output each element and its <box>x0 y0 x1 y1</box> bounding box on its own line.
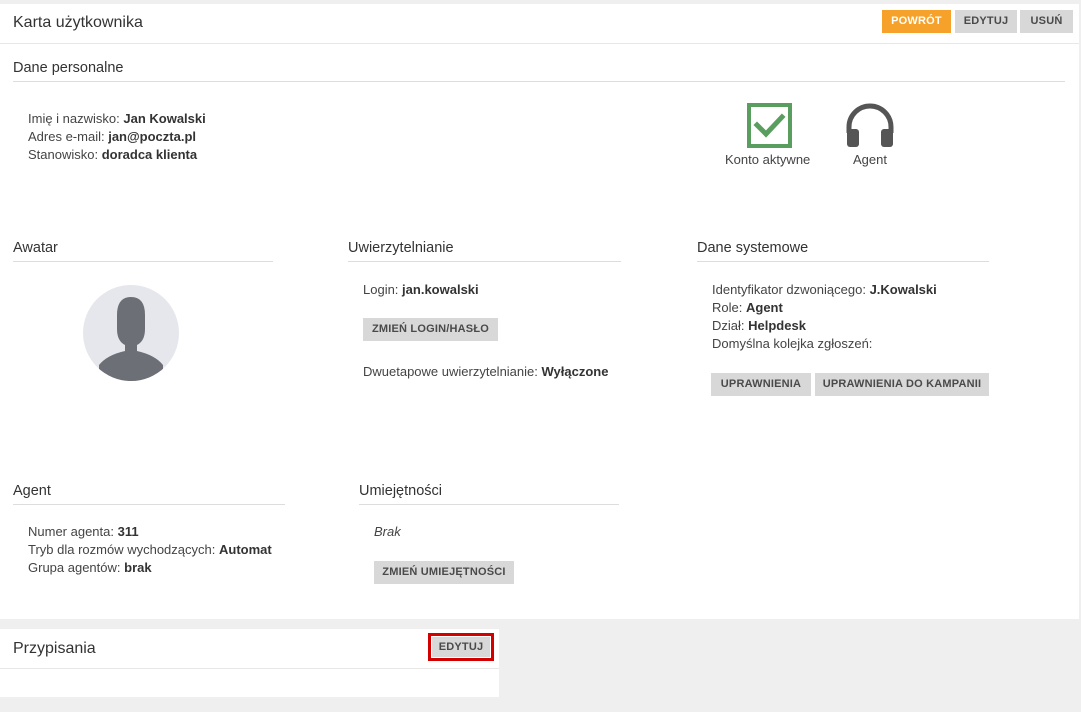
agent-number-value: 311 <box>117 524 139 539</box>
page-title: Karta użytkownika <box>13 14 143 31</box>
change-skills-button[interactable]: ZMIEŃ UMIEJĘTNOŚCI <box>374 561 514 584</box>
email-value: jan@poczta.pl <box>108 129 196 144</box>
change-login-button[interactable]: ZMIEŃ LOGIN/HASŁO <box>363 318 498 341</box>
avatar <box>83 285 179 381</box>
outbound-mode-value: Automat <box>218 542 272 557</box>
name-row: Imię i nazwisko: Jan Kowalski <box>28 111 206 126</box>
assignments-card: Przypisania EDYTUJ <box>0 629 499 697</box>
campaign-permissions-button[interactable]: UPRAWNIENIA DO KAMPANII <box>815 373 989 396</box>
agent-number-row: Numer agenta: 311 <box>28 524 139 539</box>
position-row: Stanowisko: doradca klienta <box>28 147 198 162</box>
department-row: Dział: Helpdesk <box>712 318 806 333</box>
user-card: Karta użytkownika POWRÓT EDYTUJ USUŃ Dan… <box>0 4 1079 619</box>
position-value: doradca klienta <box>101 147 198 162</box>
outbound-mode-row: Tryb dla rozmów wychodzących: Automat <box>28 542 272 557</box>
role-row: Role: Agent <box>712 300 783 315</box>
personal-data-heading: Dane personalne <box>13 60 1065 82</box>
account-active-label: Konto aktywne <box>725 152 811 167</box>
auth-heading: Uwierzytelnianie <box>348 240 621 262</box>
edit-button[interactable]: EDYTUJ <box>955 10 1017 33</box>
agent-label: Agent <box>853 152 887 167</box>
headset-icon <box>844 103 896 152</box>
agent-group-value: brak <box>124 560 152 575</box>
twofactor-row: Dwuetapowe uwierzytelnianie: Wyłączone <box>363 364 609 379</box>
department-value: Helpdesk <box>748 318 806 333</box>
login-value: jan.kowalski <box>402 282 479 297</box>
assignments-header: Przypisania EDYTUJ <box>0 629 499 669</box>
default-queue-row: Domyślna kolejka zgłoszeń: <box>712 336 873 351</box>
twofactor-value: Wyłączone <box>541 364 609 379</box>
check-square-icon <box>747 103 792 151</box>
avatar-heading: Awatar <box>13 240 273 262</box>
system-data-heading: Dane systemowe <box>697 240 989 262</box>
delete-button[interactable]: USUŃ <box>1020 10 1073 33</box>
assignments-title: Przypisania <box>13 640 96 657</box>
user-card-header: Karta użytkownika POWRÓT EDYTUJ USUŃ <box>0 4 1079 44</box>
caller-id-row: Identyfikator dzwoniącego: J.Kowalski <box>712 282 937 297</box>
agent-group-row: Grupa agentów: brak <box>28 560 152 575</box>
role-value: Agent <box>745 300 783 315</box>
name-value: Jan Kowalski <box>123 111 206 126</box>
user-silhouette-icon <box>99 297 163 381</box>
login-row: Login: jan.kowalski <box>363 282 479 297</box>
agent-heading: Agent <box>13 483 285 505</box>
skills-heading: Umiejętności <box>359 483 619 505</box>
caller-id-value: J.Kowalski <box>869 282 937 297</box>
skills-empty-text: Brak <box>374 524 401 539</box>
permissions-button[interactable]: UPRAWNIENIA <box>711 373 811 396</box>
email-row: Adres e-mail: jan@poczta.pl <box>28 129 196 144</box>
back-button[interactable]: POWRÓT <box>882 10 951 33</box>
assignments-edit-button[interactable]: EDYTUJ <box>432 637 490 657</box>
